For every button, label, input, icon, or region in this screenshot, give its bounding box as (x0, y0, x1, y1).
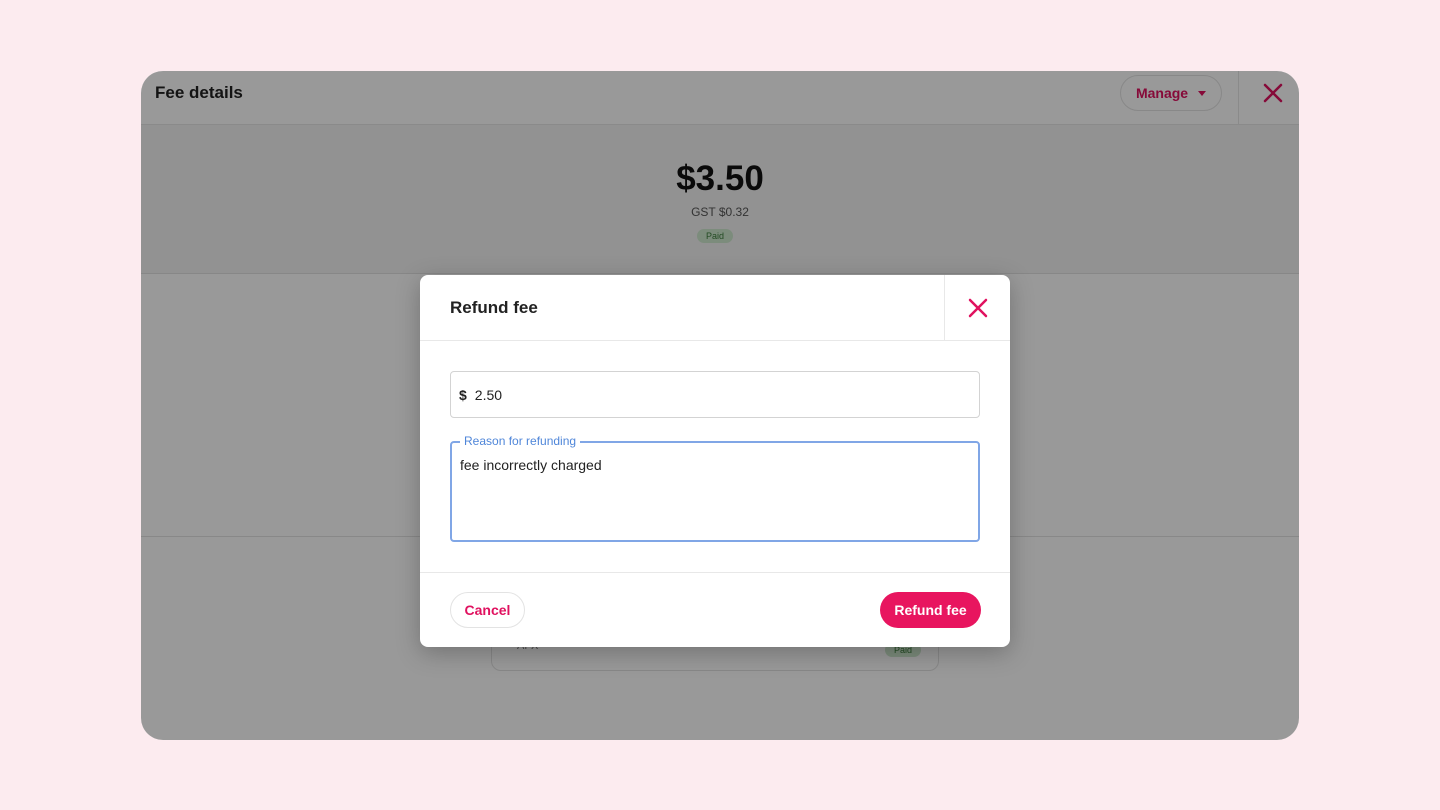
refund-reason-label: Reason for refunding (460, 434, 581, 448)
dialog-header: Refund fee (420, 275, 1010, 341)
refund-fee-button[interactable]: Refund fee (880, 592, 981, 628)
refund-fee-dialog: Refund fee $ 2.50 Reason for refunding f… (420, 275, 1010, 647)
refund-reason-value: fee incorrectly charged (460, 457, 602, 473)
refund-reason-textarea[interactable]: Reason for refunding fee incorrectly cha… (450, 434, 980, 542)
cancel-button[interactable]: Cancel (450, 592, 525, 628)
footer-divider (420, 572, 1010, 573)
dialog-title: Refund fee (450, 298, 538, 317)
header-divider (944, 275, 945, 341)
refund-amount-input[interactable]: $ 2.50 (450, 371, 980, 418)
close-icon[interactable] (966, 296, 990, 320)
refund-amount-value: 2.50 (474, 386, 503, 403)
currency-symbol: $ (459, 386, 467, 403)
